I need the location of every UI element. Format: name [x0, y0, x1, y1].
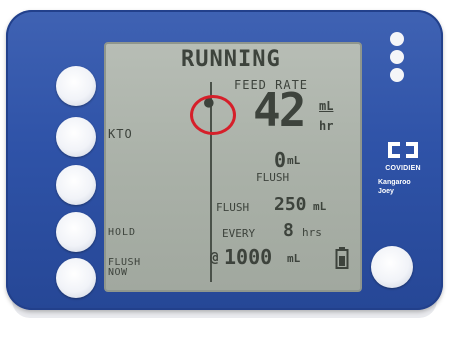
covidien-logo-icon — [388, 142, 418, 158]
feed-rate-value: 42 — [253, 83, 306, 137]
dose-prefix: @ — [210, 250, 219, 266]
indicator-dot-top — [390, 32, 404, 46]
flush-total-value: 0 — [274, 148, 287, 172]
every-value: 8 — [283, 220, 294, 241]
flush-total-label: FLUSH — [256, 171, 290, 184]
every-unit: hrs — [302, 226, 322, 239]
highlight-circle — [190, 95, 236, 135]
softkey-label-flush-now: FLUSH NOW — [108, 257, 141, 278]
indicator-dot-bottom — [390, 68, 404, 82]
feed-rate-unit-top: mL — [319, 99, 334, 113]
flush-value: 250 — [274, 194, 307, 215]
softkey-button-1[interactable] — [56, 66, 96, 106]
dose-value: 1000 — [224, 245, 273, 269]
softkey-label-kto: KTO — [108, 127, 133, 141]
pump-device: RUNNING KTO HOLD FLUSH NOW FEED RATE ● 4… — [0, 0, 449, 338]
battery-icon — [335, 247, 349, 269]
brand-area: COVIDIEN Kangaroo Joey — [376, 140, 430, 196]
feed-rate-unit-bottom: hr — [319, 119, 334, 133]
flush-label: FLUSH — [216, 201, 250, 214]
right-action-button[interactable] — [371, 246, 413, 288]
softkey-button-5[interactable] — [56, 258, 96, 298]
status-title: RUNNING — [181, 47, 281, 72]
product-line-2: Joey — [378, 188, 394, 195]
indicator-dot-middle — [390, 50, 404, 64]
flush-unit: mL — [313, 200, 327, 213]
every-label: EVERY — [222, 227, 256, 240]
lcd-screen: RUNNING KTO HOLD FLUSH NOW FEED RATE ● 4… — [104, 42, 362, 292]
softkey-button-2[interactable] — [56, 117, 96, 157]
flush-total-unit: mL — [287, 154, 301, 167]
dose-unit: mL — [287, 252, 301, 265]
product-line-1: Kangaroo — [378, 179, 411, 186]
softkey-label-hold: HOLD — [108, 227, 137, 238]
softkey-button-3[interactable] — [56, 165, 96, 205]
brand-name: COVIDIEN — [385, 165, 421, 172]
softkey-button-4[interactable] — [56, 212, 96, 252]
